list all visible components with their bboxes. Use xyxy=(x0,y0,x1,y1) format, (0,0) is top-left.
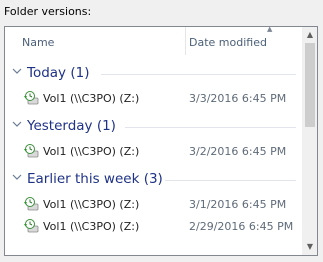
chevron-down-icon[interactable] xyxy=(11,65,23,77)
column-header-date-modified[interactable]: Date modified xyxy=(189,36,267,49)
list-header: Name Date modified ▲ xyxy=(5,27,302,55)
restore-drive-icon xyxy=(24,197,39,211)
group-today[interactable]: Today (1) xyxy=(5,63,302,85)
list-item[interactable]: Vol1 (\\C3PO) (Z:) 3/2/2016 6:45 PM xyxy=(5,141,302,161)
restore-drive-icon xyxy=(24,219,39,233)
item-date: 3/3/2016 6:45 PM xyxy=(189,92,287,105)
group-title: Earlier this week (3) xyxy=(27,171,163,187)
sort-caret-up-icon: ▲ xyxy=(267,26,273,33)
item-date: 3/1/2016 6:45 PM xyxy=(189,198,287,211)
group-title: Today (1) xyxy=(27,65,90,81)
list-item[interactable]: Vol1 (\\C3PO) (Z:) 2/29/2016 6:45 PM xyxy=(5,216,302,236)
folder-versions-label: Folder versions: xyxy=(4,5,92,18)
list-item[interactable]: Vol1 (\\C3PO) (Z:) 3/1/2016 6:45 PM xyxy=(5,194,302,214)
group-divider xyxy=(125,127,296,128)
group-divider xyxy=(101,74,296,75)
list-item[interactable]: Vol1 (\\C3PO) (Z:) 3/3/2016 6:45 PM xyxy=(5,88,302,108)
group-yesterday[interactable]: Yesterday (1) xyxy=(5,116,302,138)
group-title: Yesterday (1) xyxy=(27,118,116,134)
item-date: 3/2/2016 6:45 PM xyxy=(189,145,287,158)
column-header-name[interactable]: Name xyxy=(22,36,54,49)
chevron-down-icon[interactable] xyxy=(11,118,23,130)
group-divider xyxy=(165,180,296,181)
restore-drive-icon xyxy=(24,91,39,105)
column-divider[interactable] xyxy=(185,27,186,55)
item-name: Vol1 (\\C3PO) (Z:) xyxy=(43,198,140,211)
item-name: Vol1 (\\C3PO) (Z:) xyxy=(43,92,140,105)
vertical-scrollbar[interactable]: ▲ ▼ xyxy=(302,27,317,255)
scroll-down-button[interactable]: ▼ xyxy=(302,239,317,255)
group-earlier-this-week[interactable]: Earlier this week (3) xyxy=(5,169,302,191)
scrollbar-thumb[interactable] xyxy=(305,43,315,127)
item-name: Vol1 (\\C3PO) (Z:) xyxy=(43,145,140,158)
chevron-down-icon[interactable] xyxy=(11,171,23,183)
restore-drive-icon xyxy=(24,144,39,158)
item-name: Vol1 (\\C3PO) (Z:) xyxy=(43,220,140,233)
folder-versions-list[interactable]: Name Date modified ▲ Today (1) Vol1 (\\C… xyxy=(4,26,318,256)
item-date: 2/29/2016 6:45 PM xyxy=(189,220,294,233)
scroll-up-button[interactable]: ▲ xyxy=(302,27,317,43)
